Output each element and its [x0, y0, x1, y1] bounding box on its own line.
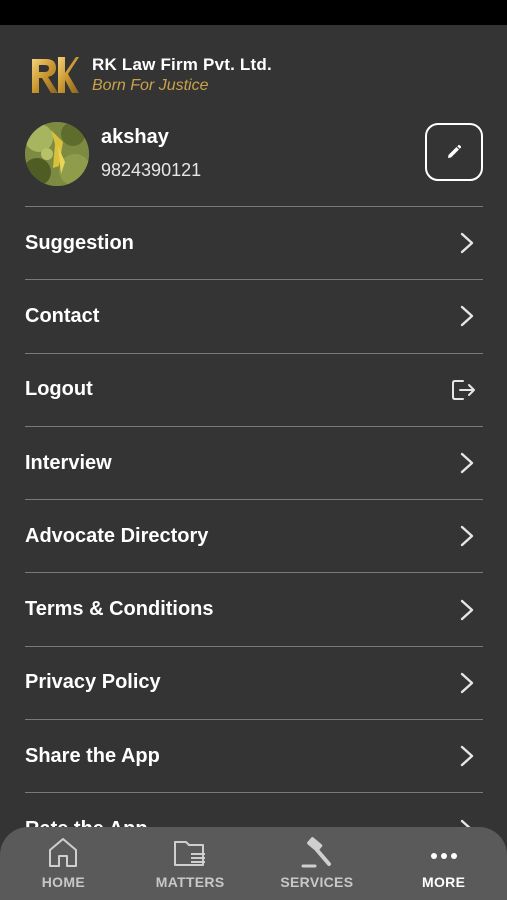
menu-item-terms-conditions[interactable]: Terms & Conditions: [25, 572, 483, 645]
chevron-right-icon: [460, 306, 474, 327]
menu-item-label: Logout: [25, 378, 93, 401]
menu-item-label: Advocate Directory: [25, 524, 209, 547]
menu-item-privacy-policy[interactable]: Privacy Policy: [25, 645, 483, 719]
more-dots-icon: [430, 853, 457, 859]
menu-item-label: Interview: [25, 451, 112, 474]
user-profile: akshay 9824390121: [25, 122, 483, 186]
menu-item-suggestion[interactable]: Suggestion: [25, 206, 483, 279]
more-menu: Suggestion Contact Logout Interview Advo…: [25, 206, 483, 866]
avatar-photo: [25, 122, 89, 186]
nav-matters[interactable]: MATTERS: [127, 827, 254, 900]
firm-tagline: Born For Justice: [92, 76, 209, 94]
menu-item-label: Suggestion: [25, 231, 134, 254]
edit-profile-button[interactable]: [425, 123, 483, 181]
chevron-right-icon: [460, 599, 474, 620]
nav-label: MORE: [422, 874, 466, 890]
nav-label: HOME: [41, 874, 85, 890]
menu-item-label: Share the App: [25, 744, 160, 767]
logout-icon: [452, 379, 475, 400]
menu-item-advocate-directory[interactable]: Advocate Directory: [25, 499, 483, 572]
nav-services[interactable]: SERVICES: [254, 827, 381, 900]
menu-item-share-app[interactable]: Share the App: [25, 719, 483, 792]
nav-label: MATTERS: [155, 874, 225, 890]
chevron-right-icon: [460, 452, 474, 474]
chevron-right-icon: [460, 232, 474, 254]
firm-name: RK Law Firm Pvt. Ltd.: [92, 54, 272, 74]
chevron-right-icon: [460, 526, 474, 547]
avatar[interactable]: [25, 122, 89, 186]
chevron-right-icon: [460, 672, 474, 694]
nav-home[interactable]: HOME: [0, 827, 127, 900]
app-header: RK Law Firm Pvt. Ltd. Born For Justice: [30, 52, 272, 97]
menu-item-contact[interactable]: Contact: [25, 279, 483, 352]
home-icon: [49, 838, 78, 867]
menu-item-label: Terms & Conditions: [25, 598, 214, 621]
folder-icon: [174, 841, 206, 866]
gavel-icon: [301, 837, 331, 868]
menu-item-label: Privacy Policy: [25, 671, 161, 694]
nav-label: SERVICES: [280, 874, 354, 890]
rk-logo-icon: [32, 56, 79, 93]
status-bar: [0, 0, 507, 25]
bottom-navigation: HOME MATTERS SERVICES MORE: [0, 827, 507, 900]
menu-item-logout[interactable]: Logout: [25, 352, 483, 426]
menu-item-interview[interactable]: Interview: [25, 425, 483, 499]
chevron-right-icon: [460, 746, 474, 767]
pencil-icon: [448, 144, 462, 158]
nav-more[interactable]: MORE: [380, 827, 507, 900]
user-name: akshay: [101, 126, 169, 148]
user-phone: 9824390121: [101, 160, 202, 180]
menu-item-label: Contact: [25, 304, 100, 327]
